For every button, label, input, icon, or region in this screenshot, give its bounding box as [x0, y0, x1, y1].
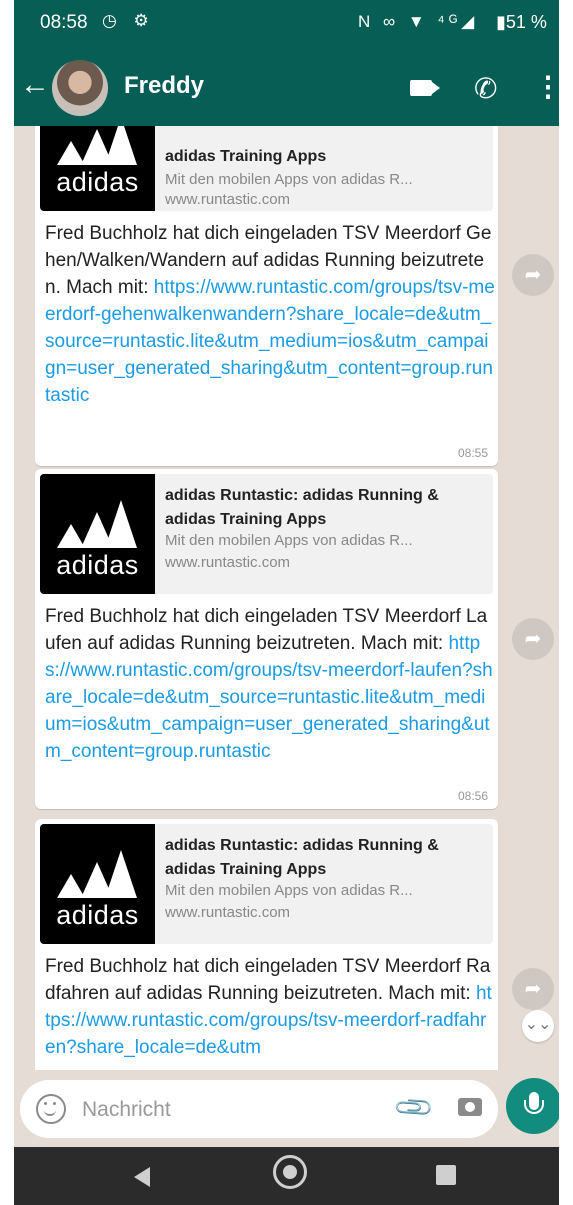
- preview-title: adidas Runtastic: adidas Running & adida…: [165, 487, 439, 528]
- voice-message-button[interactable]: [506, 1078, 559, 1134]
- forward-icon[interactable]: ➦: [512, 254, 554, 296]
- preview-description: Mit den mobilen Apps von adidas R...: [165, 882, 413, 899]
- forward-icon[interactable]: ➦: [512, 968, 554, 1010]
- voice-call-icon[interactable]: ✆: [474, 72, 497, 105]
- adidas-wordmark: adidas: [56, 167, 139, 197]
- message-text: Fred Buchholz hat dich eingeladen TSV Me…: [45, 953, 495, 1061]
- preview-title: adidas Training Apps: [165, 148, 327, 165]
- battery-indicator: ▮51 %: [496, 12, 547, 32]
- adidas-wordmark: adidas: [56, 550, 139, 580]
- link-preview[interactable]: adidas adidas Training Apps Mit den mobi…: [40, 126, 493, 211]
- adidas-wordmark: adidas: [56, 900, 139, 930]
- message-text: Fred Buchholz hat dich eingeladen TSV Me…: [45, 603, 495, 765]
- camera-icon[interactable]: [458, 1098, 482, 1116]
- adidas-logo-thumbnail: adidas: [40, 824, 155, 944]
- preview-domain: www.runtastic.com: [165, 904, 291, 921]
- video-call-icon[interactable]: [410, 80, 440, 96]
- status-bar: 08:58 ◷ ⚙ N ∞ ▼ ⁴ᴳ◢ ▮51 %: [14, 0, 559, 50]
- microphone-icon: [524, 1092, 544, 1114]
- composer-bar: 📎: [14, 1070, 559, 1144]
- more-options-icon[interactable]: ⋮: [534, 70, 559, 103]
- preview-domain: www.runtastic.com: [165, 191, 291, 208]
- message-input[interactable]: [80, 1094, 384, 1126]
- adidas-stripes-icon: [57, 126, 137, 165]
- chat-header: ← Freddy ✆ ⋮: [14, 50, 559, 126]
- link-preview[interactable]: adidas adidas Runtastic: adidas Running …: [40, 824, 493, 944]
- adidas-logo-thumbnail: adidas: [40, 126, 155, 211]
- link-preview[interactable]: adidas adidas Runtastic: adidas Running …: [40, 474, 493, 594]
- message-time: 08:56: [457, 789, 488, 803]
- contact-name[interactable]: Freddy: [124, 72, 204, 100]
- attach-icon[interactable]: 📎: [392, 1085, 437, 1130]
- nav-recents-icon[interactable]: [436, 1165, 456, 1185]
- message-bubble[interactable]: adidas adidas Runtastic: adidas Running …: [35, 469, 498, 809]
- scroll-to-bottom-button[interactable]: ⌄⌄: [522, 1010, 554, 1042]
- message-text: Fred Buchholz hat dich eingeladen TSV Me…: [45, 220, 495, 409]
- forward-icon[interactable]: ➦: [512, 618, 554, 660]
- emoji-icon[interactable]: [36, 1094, 66, 1124]
- adidas-stripes-icon: [57, 850, 137, 898]
- status-time: 08:58: [40, 12, 88, 33]
- message-time: 08:55: [457, 446, 488, 460]
- message-bubble[interactable]: adidas adidas Runtastic: adidas Running …: [35, 819, 498, 1070]
- message-body: Fred Buchholz hat dich eingeladen TSV Me…: [45, 606, 488, 654]
- adidas-stripes-icon: [57, 500, 137, 548]
- message-bubble[interactable]: adidas adidas Training Apps Mit den mobi…: [35, 126, 498, 466]
- preview-description: Mit den mobilen Apps von adidas R...: [165, 532, 413, 549]
- message-body: Fred Buchholz hat dich eingeladen TSV Me…: [45, 956, 491, 1004]
- message-composer[interactable]: 📎: [20, 1080, 498, 1138]
- contact-avatar[interactable]: [52, 60, 108, 116]
- signal-icons: N ∞ ▼ ⁴ᴳ◢: [358, 12, 479, 31]
- nav-back-icon[interactable]: [134, 1167, 150, 1187]
- nav-home-icon[interactable]: [273, 1155, 307, 1189]
- adidas-logo-thumbnail: adidas: [40, 474, 155, 594]
- message-list[interactable]: adidas adidas Training Apps Mit den mobi…: [14, 126, 559, 1070]
- back-arrow-icon[interactable]: ←: [20, 68, 50, 102]
- notification-icons: ◷ ⚙: [102, 11, 155, 30]
- preview-title: adidas Runtastic: adidas Running & adida…: [165, 837, 439, 878]
- phone-screen: 08:58 ◷ ⚙ N ∞ ▼ ⁴ᴳ◢ ▮51 % ← Freddy ✆ ⋮ a…: [14, 0, 559, 1205]
- preview-description: Mit den mobilen Apps von adidas R...: [165, 171, 413, 188]
- preview-domain: www.runtastic.com: [165, 554, 291, 571]
- system-nav-bar: [14, 1147, 559, 1205]
